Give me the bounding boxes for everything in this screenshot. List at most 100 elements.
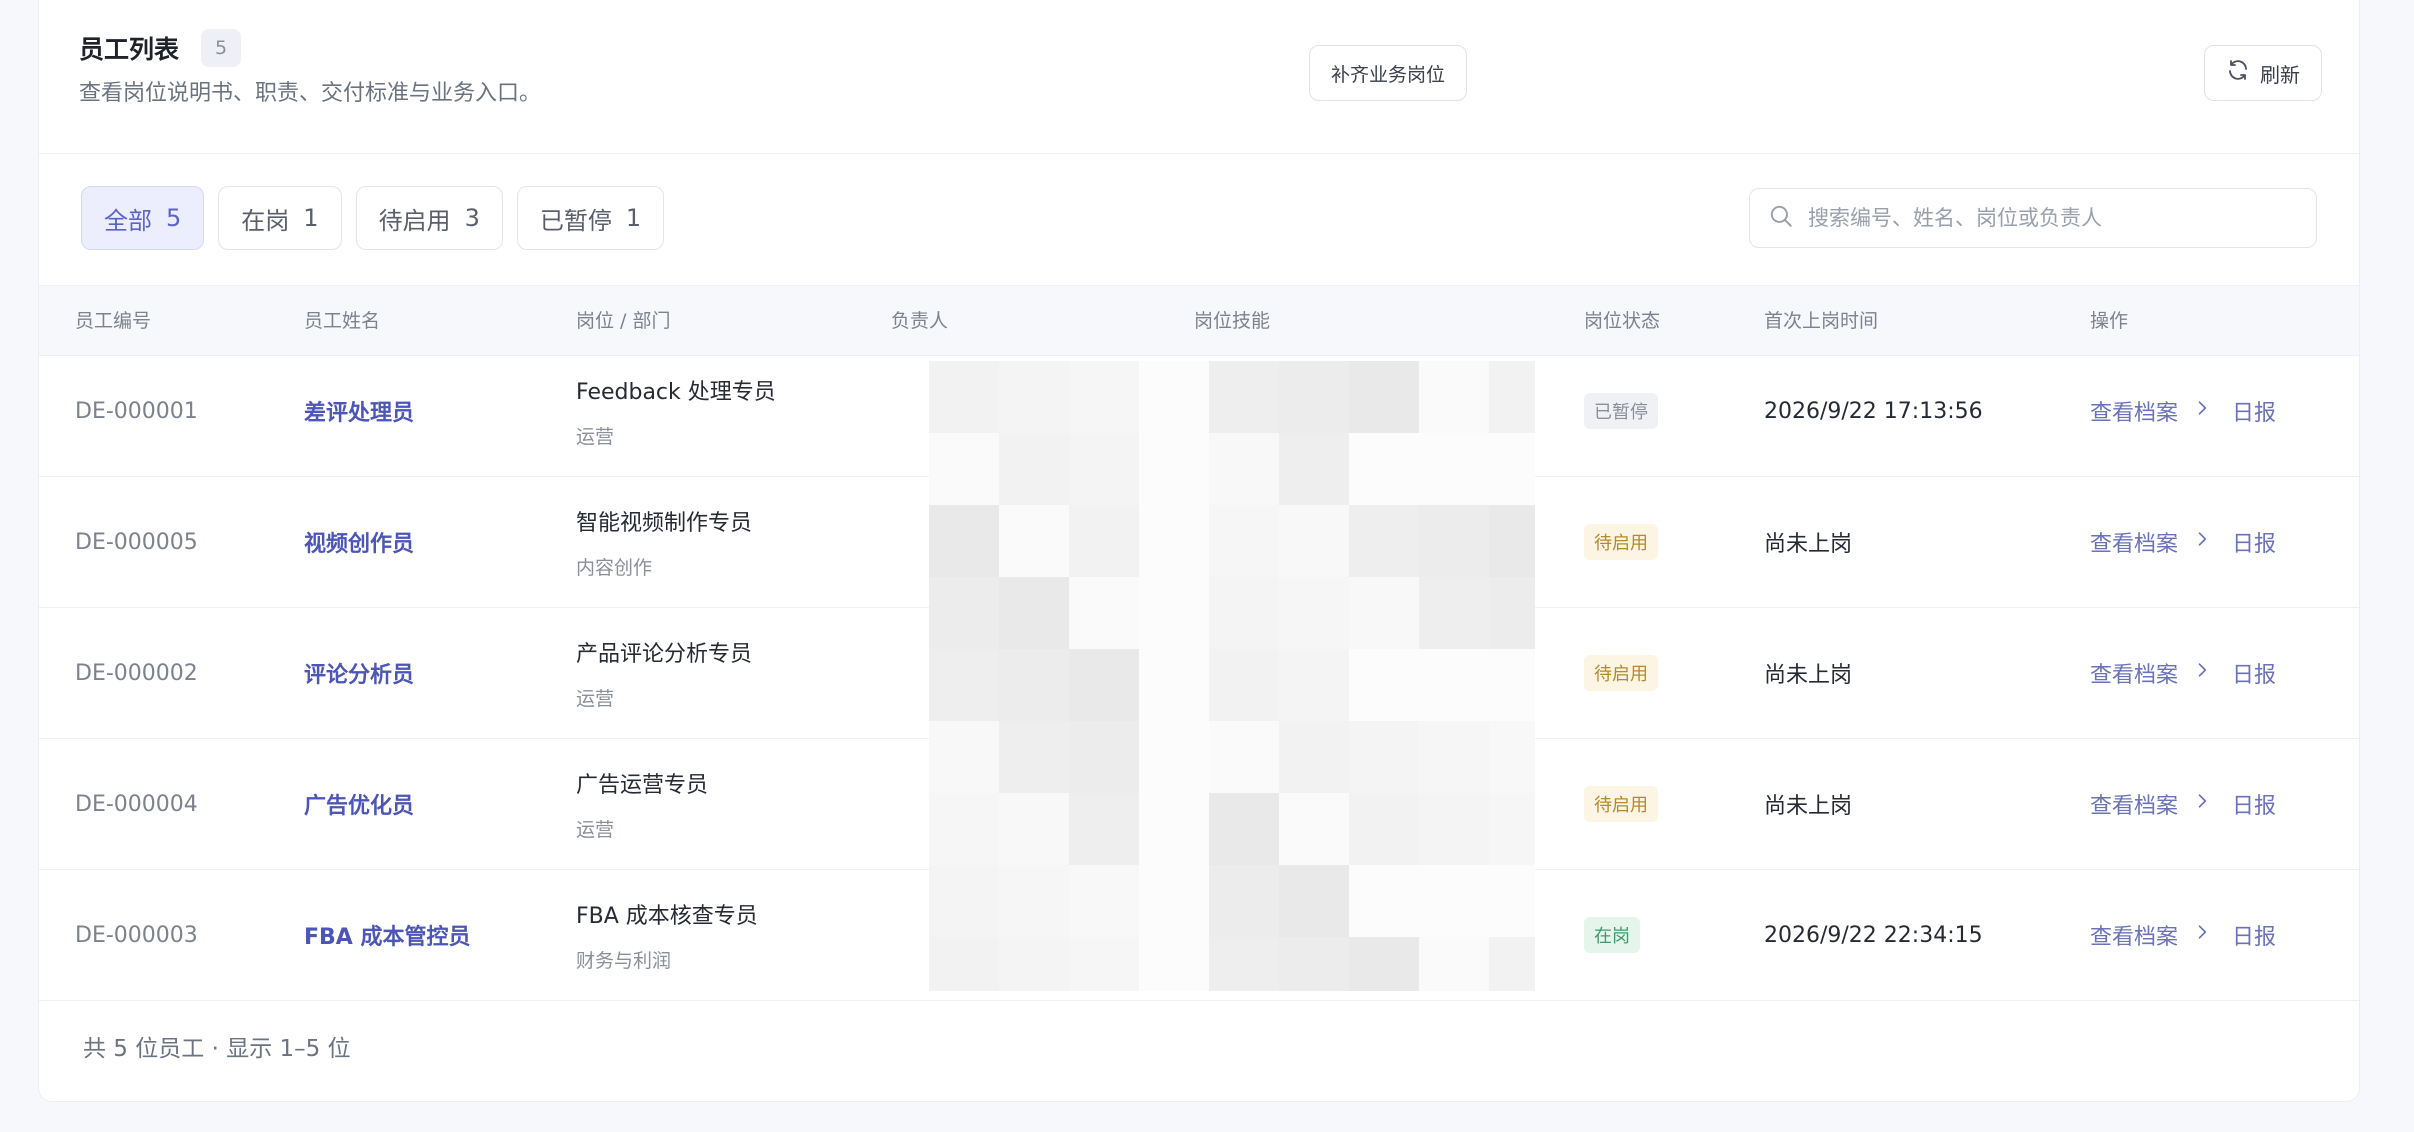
view-profile-link[interactable]: 查看档案 <box>2090 788 2178 820</box>
redaction-pixel <box>929 505 999 577</box>
redaction-pixel <box>1489 505 1535 577</box>
status-cell: 待启用 <box>1584 477 1658 607</box>
actions-cell: 查看档案 日报 <box>2090 477 2276 607</box>
redaction-pixel <box>1209 721 1279 793</box>
filter-tab[interactable]: 已暂停 1 <box>516 186 665 250</box>
redaction-pixel <box>1139 649 1209 721</box>
chevron-right-icon <box>2192 791 2212 817</box>
redaction-pixel <box>1349 577 1419 649</box>
view-profile-link[interactable]: 查看档案 <box>2090 526 2178 558</box>
employee-id-cell: DE-000003 <box>75 870 198 1000</box>
redaction-pixel <box>1349 361 1419 433</box>
redaction-pixel <box>1069 577 1139 649</box>
redaction-pixel <box>1139 721 1209 793</box>
redaction-pixel <box>1209 937 1279 991</box>
daily-report-link[interactable]: 日报 <box>2232 788 2276 820</box>
redaction-pixel <box>1279 361 1349 433</box>
first-on-duty-time: 尚未上岗 <box>1764 663 1853 688</box>
search-input[interactable] <box>1808 206 2288 230</box>
redaction-pixel <box>999 721 1069 793</box>
employee-name-cell: 视频创作员 <box>304 477 414 607</box>
page-title: 员工列表 <box>79 35 180 64</box>
employee-name-cell: 广告优化员 <box>304 739 414 869</box>
filter-tab-count: 1 <box>625 204 642 232</box>
daily-report-link[interactable]: 日报 <box>2232 526 2276 558</box>
position-cell: FBA 成本核查专员 财务与利润 <box>576 870 758 1000</box>
chevron-right-icon <box>2192 660 2212 686</box>
redaction-pixel <box>1139 361 1209 433</box>
employee-id: DE-000003 <box>75 922 198 948</box>
status-cell: 已暂停 <box>1584 346 1658 476</box>
department: 内容创作 <box>576 556 653 579</box>
redaction-pixel <box>999 793 1069 865</box>
refresh-icon <box>2226 58 2250 88</box>
first-time-cell: 2026/9/22 22:34:15 <box>1764 870 1983 1000</box>
redaction-pixel <box>1069 433 1139 505</box>
filter-tab[interactable]: 全部 5 <box>81 186 205 250</box>
status-badge: 已暂停 <box>1584 393 1658 429</box>
redaction-pixel <box>1349 865 1419 937</box>
redaction-pixel <box>1419 865 1489 937</box>
search-box[interactable] <box>1749 188 2317 248</box>
employee-name-link[interactable]: FBA 成本管控员 <box>304 919 470 951</box>
view-profile-link[interactable]: 查看档案 <box>2090 919 2178 951</box>
redaction-pixel <box>999 937 1069 991</box>
redaction-pixel <box>929 793 999 865</box>
daily-report-link[interactable]: 日报 <box>2232 657 2276 689</box>
redaction-pixel <box>1349 649 1419 721</box>
redaction-pixel <box>1279 937 1349 991</box>
redaction-pixel <box>1489 577 1535 649</box>
supplement-positions-button[interactable]: 补齐业务岗位 <box>1309 45 1467 101</box>
daily-report-link[interactable]: 日报 <box>2232 395 2276 427</box>
filter-tab-label: 已暂停 <box>539 206 612 235</box>
position-title: 产品评论分析专员 <box>576 641 753 667</box>
employee-id-cell: DE-000004 <box>75 739 198 869</box>
employee-name-link[interactable]: 差评处理员 <box>304 395 414 427</box>
redaction-pixel <box>1209 433 1279 505</box>
redaction-pixel <box>1349 721 1419 793</box>
redaction-pixel <box>1209 649 1279 721</box>
redaction-pixel <box>1069 505 1139 577</box>
actions-cell: 查看档案 日报 <box>2090 739 2276 869</box>
status-badge: 待启用 <box>1584 786 1658 822</box>
daily-report-link[interactable]: 日报 <box>2232 919 2276 951</box>
employee-name-link[interactable]: 视频创作员 <box>304 526 414 558</box>
redaction-pixel <box>1069 937 1139 991</box>
department: 财务与利润 <box>576 949 672 972</box>
filter-tab[interactable]: 在岗 1 <box>218 186 342 250</box>
search-icon <box>1768 203 1794 233</box>
department: 运营 <box>576 687 615 710</box>
employee-id-cell: DE-000001 <box>75 346 198 476</box>
view-profile-link[interactable]: 查看档案 <box>2090 395 2178 427</box>
employee-id-cell: DE-000005 <box>75 477 198 607</box>
redaction-pixel <box>1419 505 1489 577</box>
supplement-positions-label: 补齐业务岗位 <box>1330 64 1445 86</box>
position-title: 智能视频制作专员 <box>576 510 753 536</box>
redaction-pixel <box>1139 577 1209 649</box>
redaction-pixel <box>1419 649 1489 721</box>
redaction-pixel <box>1279 649 1349 721</box>
refresh-label: 刷新 <box>2260 64 2300 87</box>
chevron-right-icon <box>2192 398 2212 424</box>
first-time-cell: 尚未上岗 <box>1764 608 1852 738</box>
redaction-pixel <box>1279 721 1349 793</box>
status-cell: 待启用 <box>1584 608 1658 738</box>
refresh-button[interactable]: 刷新 <box>2204 45 2322 101</box>
filter-tab[interactable]: 待启用 3 <box>355 186 503 250</box>
redaction-pixel <box>999 649 1069 721</box>
employee-name-link[interactable]: 评论分析员 <box>304 657 414 689</box>
redaction-pixel <box>1209 793 1279 865</box>
status-cell: 待启用 <box>1584 739 1658 869</box>
employee-name-link[interactable]: 广告优化员 <box>304 788 414 820</box>
redaction-pixel <box>929 649 999 721</box>
view-profile-link[interactable]: 查看档案 <box>2090 657 2178 689</box>
title-row: 员工列表 5 <box>79 29 242 67</box>
filter-tab-label: 待启用 <box>378 206 451 235</box>
redaction-pixel <box>1139 433 1209 505</box>
redaction-pixel <box>1489 793 1535 865</box>
first-time-cell: 2026/9/22 17:13:56 <box>1764 346 1983 476</box>
redaction-pixel <box>1279 793 1349 865</box>
actions-cell: 查看档案 日报 <box>2090 608 2276 738</box>
status-badge: 待启用 <box>1584 524 1658 560</box>
position-cell: 广告运营专员 运营 <box>576 739 708 869</box>
